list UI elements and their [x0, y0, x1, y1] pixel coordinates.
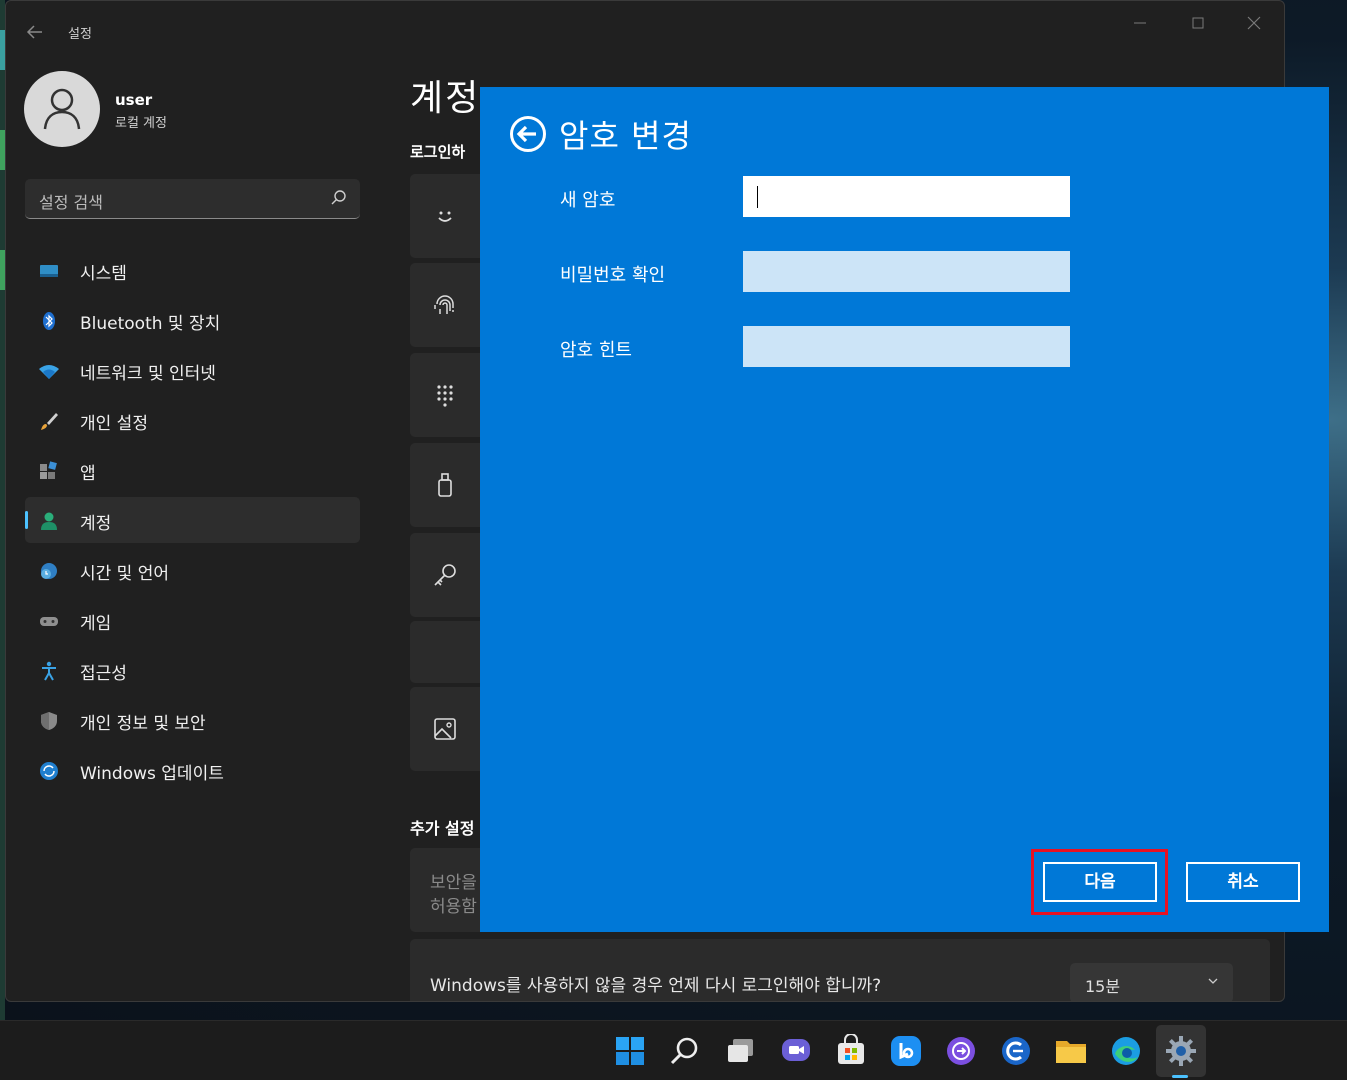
- title-bar: 설정: [6, 1, 1284, 63]
- time-language-icon: [41, 563, 57, 579]
- sign-in-timeout-card: Windows를 사용하지 않을 경우 언제 다시 로그인해야 합니까? 15분: [410, 939, 1270, 1001]
- sidebar-item-label: 시스템: [80, 264, 127, 284]
- sidebar-item-label: 계정: [80, 514, 112, 534]
- key-icon: [434, 564, 456, 586]
- user-icon: [43, 88, 81, 130]
- sidebar-item-accessibility[interactable]: 접근성: [25, 647, 360, 693]
- new-password-field[interactable]: [743, 176, 1070, 217]
- maximize-icon[interactable]: [1188, 13, 1208, 33]
- dialog-title: 암호 변경: [559, 117, 692, 155]
- security-key-icon: [438, 473, 452, 497]
- sidebar-item-label: Windows 업데이트: [80, 764, 224, 784]
- brush-icon: [41, 413, 58, 430]
- fingerprint-icon: [434, 295, 454, 314]
- minimize-icon[interactable]: [1130, 13, 1150, 33]
- task-view-icon[interactable]: [724, 1034, 758, 1068]
- avatar[interactable]: [24, 71, 100, 147]
- sidebar-item-gaming[interactable]: 게임: [25, 597, 360, 643]
- additional-setting-line1: 보안을: [430, 873, 477, 893]
- back-arrow-icon[interactable]: [509, 115, 547, 153]
- chevron-down-icon: [1208, 978, 1218, 984]
- sidebar-item-system[interactable]: 시스템: [25, 247, 360, 293]
- apps-icon: [40, 461, 57, 479]
- page-title: 계정: [410, 78, 481, 119]
- profile-account-type: 로컬 계정: [115, 116, 167, 131]
- profile-name: user: [115, 91, 153, 109]
- sidebar-item-privacy[interactable]: 개인 정보 및 보안: [25, 697, 360, 743]
- store-icon[interactable]: [834, 1034, 868, 1068]
- update-icon: [40, 762, 58, 780]
- sidebar-item-network[interactable]: 네트워크 및 인터넷: [25, 347, 360, 393]
- window-title: 설정: [68, 27, 92, 42]
- sidebar-item-label: 게임: [80, 614, 112, 634]
- account-icon: [41, 512, 57, 530]
- search-icon[interactable]: [668, 1034, 702, 1068]
- change-password-dialog: 암호 변경 새 암호 비밀번호 확인 암호 힌트 다음 취소: [480, 87, 1329, 932]
- sidebar-item-label: 네트워크 및 인터넷: [80, 364, 216, 384]
- sidebar-item-accounts[interactable]: 계정: [25, 497, 360, 543]
- search-placeholder: 설정 검색: [39, 193, 103, 212]
- sidebar-item-label: 개인 정보 및 보안: [80, 714, 206, 734]
- password-hint-label: 암호 힌트: [560, 340, 632, 361]
- search-input[interactable]: 설정 검색: [25, 179, 360, 219]
- gaming-icon: [40, 617, 58, 626]
- chat-icon[interactable]: [779, 1034, 813, 1068]
- wifi-icon: [39, 365, 59, 379]
- bing-icon[interactable]: [889, 1034, 923, 1068]
- app2-icon[interactable]: [999, 1034, 1033, 1068]
- settings-icon[interactable]: [1164, 1034, 1198, 1068]
- cancel-button[interactable]: 취소: [1186, 862, 1300, 902]
- sidebar-item-label: 앱: [80, 464, 96, 484]
- sidebar-item-time-language[interactable]: 시간 및 언어: [25, 547, 360, 593]
- sidebar-item-bluetooth[interactable]: Bluetooth 및 장치: [25, 297, 360, 343]
- text-caret: [757, 186, 758, 208]
- next-button[interactable]: 다음: [1043, 862, 1157, 902]
- system-icon: [40, 265, 58, 277]
- additional-setting-line2: 허용함: [430, 897, 477, 917]
- password-hint-field[interactable]: [743, 326, 1070, 367]
- close-icon[interactable]: [1244, 13, 1264, 33]
- sidebar-item-label: 시간 및 언어: [80, 564, 170, 584]
- bluetooth-icon: [43, 312, 55, 330]
- edge-icon[interactable]: [1109, 1034, 1143, 1068]
- pin-icon: [437, 385, 453, 407]
- shield-icon: [41, 712, 57, 730]
- sidebar-item-personalization[interactable]: 개인 설정: [25, 397, 360, 443]
- back-arrow-icon[interactable]: [26, 21, 44, 43]
- sidebar-nav: 시스템 Bluetooth 및 장치 네트워크 및 인터넷 개인 설정 앱 계정…: [25, 247, 360, 797]
- search-icon: [331, 190, 346, 205]
- accessibility-icon: [42, 661, 56, 681]
- sidebar-item-label: 개인 설정: [80, 414, 148, 434]
- timeout-question: Windows를 사용하지 않을 경우 언제 다시 로그인해야 합니까?: [430, 976, 882, 996]
- sidebar-item-windows-update[interactable]: Windows 업데이트: [25, 747, 360, 793]
- timeout-dropdown[interactable]: 15분: [1070, 963, 1233, 1001]
- start-icon[interactable]: [613, 1034, 647, 1068]
- face-icon: [438, 211, 452, 222]
- picture-password-icon: [434, 718, 456, 740]
- confirm-password-label: 비밀번호 확인: [560, 265, 666, 286]
- new-password-label: 새 암호: [560, 190, 616, 211]
- sidebar-item-label: Bluetooth 및 장치: [80, 314, 221, 334]
- file-explorer-icon[interactable]: [1054, 1034, 1088, 1068]
- section-heading: 로그인하: [410, 143, 466, 161]
- selection-indicator: [25, 511, 28, 529]
- sidebar-item-label: 접근성: [80, 664, 127, 684]
- app-icon[interactable]: [944, 1034, 978, 1068]
- sidebar-item-apps[interactable]: 앱: [25, 447, 360, 493]
- section-heading-additional: 추가 설정: [410, 819, 475, 838]
- active-app-indicator: [1172, 1075, 1188, 1078]
- timeout-value: 15분: [1085, 977, 1121, 996]
- taskbar: [0, 1020, 1347, 1080]
- confirm-password-field[interactable]: [743, 251, 1070, 292]
